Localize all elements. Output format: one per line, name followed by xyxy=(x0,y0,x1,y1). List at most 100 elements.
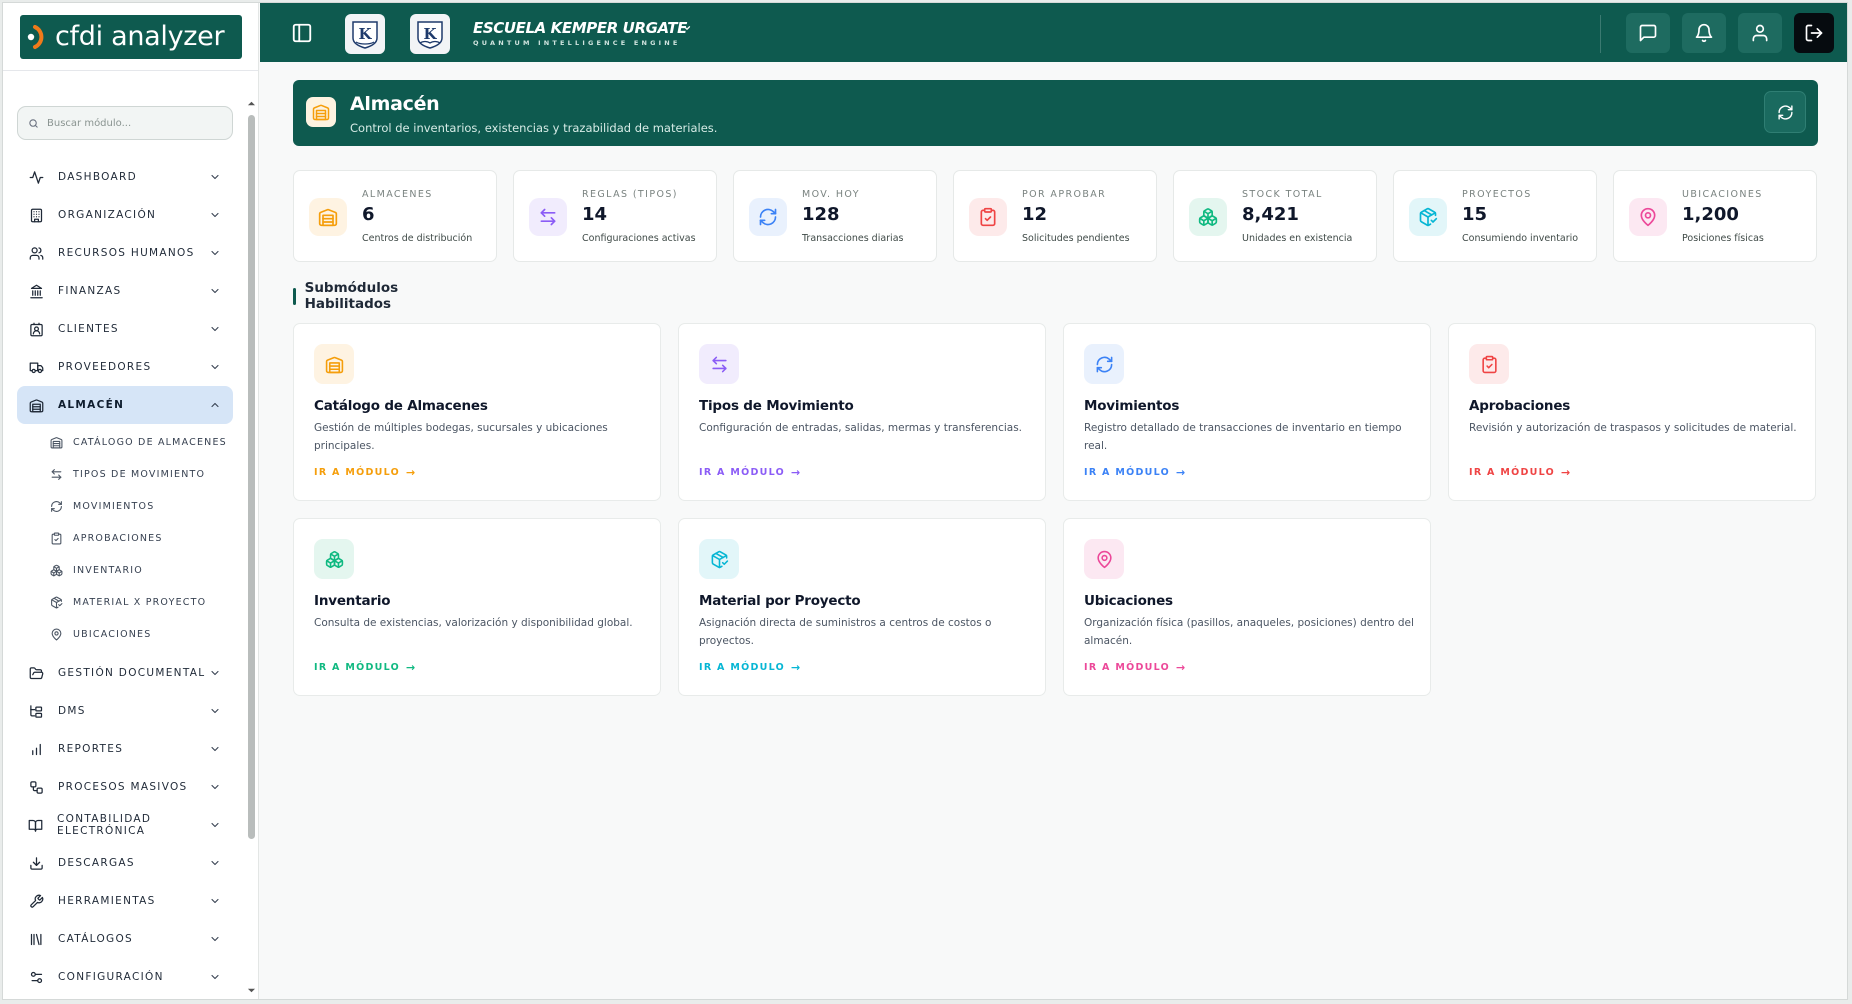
tree-icon xyxy=(29,704,42,718)
nav-icon-wrap xyxy=(28,969,44,985)
folder-icon xyxy=(29,666,43,679)
module-card[interactable]: Catálogo de Almacenes Gestión de múltiple… xyxy=(293,323,661,501)
sidebar-item-catalogos[interactable]: CATÁLOGOS xyxy=(17,920,233,958)
almacen-submenu: CATÁLOGO DE ALMACENES TIPOS DE MOVIMIENTO… xyxy=(17,426,233,650)
building-icon xyxy=(30,208,42,222)
chevron-down-icon[interactable] xyxy=(209,895,221,907)
chevron-down-icon[interactable] xyxy=(209,171,221,183)
submenu-item[interactable]: TIPOS DE MOVIMIENTO xyxy=(17,458,233,490)
messages-button[interactable] xyxy=(1626,13,1670,53)
module-link-label: IR A MÓDULO xyxy=(1084,467,1171,478)
sidebar-item-dms[interactable]: DMS xyxy=(17,692,233,730)
go-to-module-link[interactable]: IR A MÓDULO → xyxy=(314,661,415,674)
logout-button[interactable] xyxy=(1794,13,1834,53)
chevron-down-icon[interactable] xyxy=(209,247,221,259)
sidebar-item-organizacion[interactable]: ORGANIZACIÓN xyxy=(17,196,233,234)
school-switcher-logo[interactable]: K xyxy=(410,14,450,54)
chevron-down-icon[interactable] xyxy=(209,857,221,869)
app-logo[interactable]: cfdi analyzer xyxy=(20,14,242,59)
go-to-module-link[interactable]: IR A MÓDULO → xyxy=(314,466,415,479)
sidebar-item-configuracion[interactable]: CONFIGURACIÓN xyxy=(17,958,233,996)
module-title: Aprobaciones xyxy=(1469,398,1571,414)
sidebar-item-contabilidad[interactable]: CONTABILIDAD ELECTRÓNICA xyxy=(17,806,233,844)
school-crest-button[interactable]: K xyxy=(345,14,385,54)
submenu-item[interactable]: CATÁLOGO DE ALMACENES xyxy=(17,426,233,458)
sidebar-item-label: RECURSOS HUMANOS xyxy=(58,247,195,259)
module-card[interactable]: Tipos de Movimiento Configuración de entr… xyxy=(678,323,1046,501)
nav-icon-wrap xyxy=(28,397,44,413)
sidebar-item-label: REPORTES xyxy=(58,743,124,755)
module-card[interactable]: Ubicaciones Organización física (pasillos… xyxy=(1063,518,1431,696)
chevron-down-icon[interactable] xyxy=(209,743,221,755)
sidebar-item-proveedores[interactable]: PROVEEDORES xyxy=(17,348,233,386)
chevron-down-icon[interactable] xyxy=(209,781,221,793)
chevron-down-icon[interactable] xyxy=(209,705,221,717)
sidebar-item-label: CONTABILIDAD ELECTRÓNICA xyxy=(57,813,152,837)
module-search[interactable] xyxy=(17,106,233,140)
sidebar-item-procesos-masivos[interactable]: PROCESOS MASIVOS xyxy=(17,768,233,806)
section-accent-bar xyxy=(293,287,296,305)
nav-icon-wrap xyxy=(28,893,44,909)
stat-icon-tile xyxy=(1629,198,1667,236)
sidebar-item-descargas[interactable]: DESCARGAS xyxy=(17,844,233,882)
module-icon-tile xyxy=(1469,344,1509,384)
sidebar-item-clientes[interactable]: CLIENTES xyxy=(17,310,233,348)
chevron-down-icon[interactable] xyxy=(209,323,221,335)
chevron-down-icon[interactable] xyxy=(209,819,221,831)
stat-icon-tile xyxy=(1409,198,1447,236)
scroll-up-icon[interactable] xyxy=(247,99,256,108)
go-to-module-link[interactable]: IR A MÓDULO → xyxy=(699,466,800,479)
search-input[interactable] xyxy=(47,117,217,129)
module-card[interactable]: Material por Proyecto Asignación directa … xyxy=(678,518,1046,696)
sidebar-item-reportes[interactable]: REPORTES xyxy=(17,730,233,768)
chevron-up-icon[interactable] xyxy=(209,399,221,411)
sidebar-item-dashboard[interactable]: DASHBOARD xyxy=(17,158,233,196)
chevron-down-icon[interactable] xyxy=(209,933,221,945)
submenu-item[interactable]: MOVIMIENTOS xyxy=(17,490,233,522)
submenu-item[interactable]: APROBACIONES xyxy=(17,522,233,554)
sidebar-item-almacen[interactable]: ALMACÉN xyxy=(17,386,233,424)
profile-button[interactable] xyxy=(1738,13,1782,53)
chevron-down-icon[interactable] xyxy=(682,23,692,33)
module-title: Tipos de Movimiento xyxy=(699,398,854,414)
refresh-button[interactable] xyxy=(1764,91,1806,133)
stat-label: REGLAS (TIPOS) xyxy=(582,189,678,200)
notifications-button[interactable] xyxy=(1682,13,1726,53)
scroll-thumb[interactable] xyxy=(248,115,255,839)
submenu-item-label: TIPOS DE MOVIMIENTO xyxy=(73,468,206,480)
sidebar-item-finanzas[interactable]: FINANZAS xyxy=(17,272,233,310)
chevron-down-icon[interactable] xyxy=(209,285,221,297)
sidebar-item-herramientas[interactable]: HERRAMIENTAS xyxy=(17,882,233,920)
stat-card: ALMACENES 6 Centros de distribución xyxy=(293,170,497,262)
submenu-item[interactable]: INVENTARIO xyxy=(17,554,233,586)
go-to-module-link[interactable]: IR A MÓDULO → xyxy=(1469,466,1570,479)
sidebar-item-gestion-documental[interactable]: GESTIÓN DOCUMENTAL xyxy=(17,654,233,692)
module-card[interactable]: Inventario Consulta de existencias, valor… xyxy=(293,518,661,696)
go-to-module-link[interactable]: IR A MÓDULO → xyxy=(1084,466,1185,479)
chevron-down-icon[interactable] xyxy=(209,209,221,221)
bar-chart-icon xyxy=(31,743,41,755)
stat-icon-tile xyxy=(309,198,347,236)
app-window: cfdi analyzer DASHBOARD ORGANIZACIÓN RECUR… xyxy=(2,2,1848,1000)
module-card[interactable]: Aprobaciones Revisión y autorización de t… xyxy=(1448,323,1816,501)
go-to-module-link[interactable]: IR A MÓDULO → xyxy=(699,661,800,674)
chevron-down-icon[interactable] xyxy=(209,667,221,679)
chevron-down-icon[interactable] xyxy=(209,971,221,983)
go-to-module-link[interactable]: IR A MÓDULO → xyxy=(1084,661,1185,674)
module-description: Gestión de múltiples bodegas, sucursales… xyxy=(314,422,608,452)
sidebar-scrollbar[interactable] xyxy=(247,99,256,995)
user-icon xyxy=(1752,24,1768,42)
sidebar-item-rrhh[interactable]: RECURSOS HUMANOS xyxy=(17,234,233,272)
module-card[interactable]: Movimientos Registro detallado de transac… xyxy=(1063,323,1431,501)
wrench-icon xyxy=(29,894,43,908)
submenu-item[interactable]: UBICACIONES xyxy=(17,618,233,650)
scroll-down-icon[interactable] xyxy=(247,986,256,995)
submenu-icon-wrap xyxy=(49,467,63,481)
sidebar-item-label: DASHBOARD xyxy=(58,171,138,183)
toggle-sidebar-button[interactable] xyxy=(280,13,324,53)
chevron-down-icon[interactable] xyxy=(209,361,221,373)
package-check-icon xyxy=(711,550,728,568)
nav-icon-wrap xyxy=(28,283,44,299)
submenu-item[interactable]: MATERIAL X PROYECTO xyxy=(17,586,233,618)
school-name[interactable]: ESCUELA KEMPER URGATE xyxy=(473,19,687,37)
